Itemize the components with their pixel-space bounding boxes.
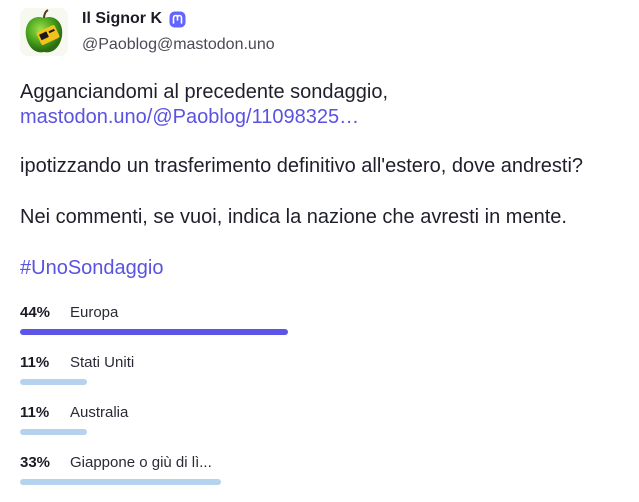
poll-option-bar: [20, 329, 288, 335]
hashtag-link[interactable]: #UnoSondaggio: [20, 257, 163, 279]
poll-option: 33% Giappone o giù di lì...: [20, 452, 620, 502]
author-name[interactable]: Il Signor K: [82, 10, 186, 28]
paragraph-2: ipotizzando un trasferimento definitivo …: [20, 155, 584, 177]
paragraph-1-text: Agganciandomi al precedente sondaggio,: [20, 81, 389, 103]
poll-option-label: Giappone o giù di lì...: [70, 454, 212, 471]
poll-option: 11% Australia: [20, 402, 620, 452]
post-card: Il Signor K @Paoblog@mastodon.uno Agganc…: [0, 0, 639, 500]
paragraph-3: Nei commenti, se vuoi, indica la nazione…: [20, 206, 567, 228]
poll-option-percent: 33%: [20, 454, 51, 471]
author-handle[interactable]: @Paoblog@mastodon.uno: [82, 36, 275, 54]
poll-option-label: Australia: [70, 404, 129, 421]
poll-option-bar: [20, 429, 87, 435]
poll-option-bar: [20, 379, 87, 385]
poll: 44% Europa 11% Stati Uniti 11% Australia…: [20, 302, 620, 502]
poll-option-label: Stati Uniti: [70, 354, 135, 371]
display-name: Il Signor K: [82, 10, 162, 27]
mastodon-badge-icon: [169, 11, 186, 27]
poll-option-percent: 11%: [20, 354, 50, 371]
avatar[interactable]: [20, 8, 68, 56]
poll-option-bar: [20, 479, 221, 485]
poll-option-percent: 11%: [20, 404, 50, 421]
paragraph-1: Agganciandomi al precedente sondaggio, m…: [20, 80, 623, 130]
poll-option-percent: 44%: [20, 304, 51, 321]
poll-option: 11% Stati Uniti: [20, 352, 620, 402]
post-link[interactable]: mastodon.uno/@Paoblog/11098325…: [20, 106, 359, 128]
paragraph-hashtag: #UnoSondaggio: [20, 256, 623, 281]
poll-option: 44% Europa: [20, 302, 620, 352]
apple-avatar-icon: [20, 8, 68, 56]
poll-option-label: Europa: [70, 304, 119, 321]
post-content: Agganciandomi al precedente sondaggio, m…: [20, 80, 623, 281]
